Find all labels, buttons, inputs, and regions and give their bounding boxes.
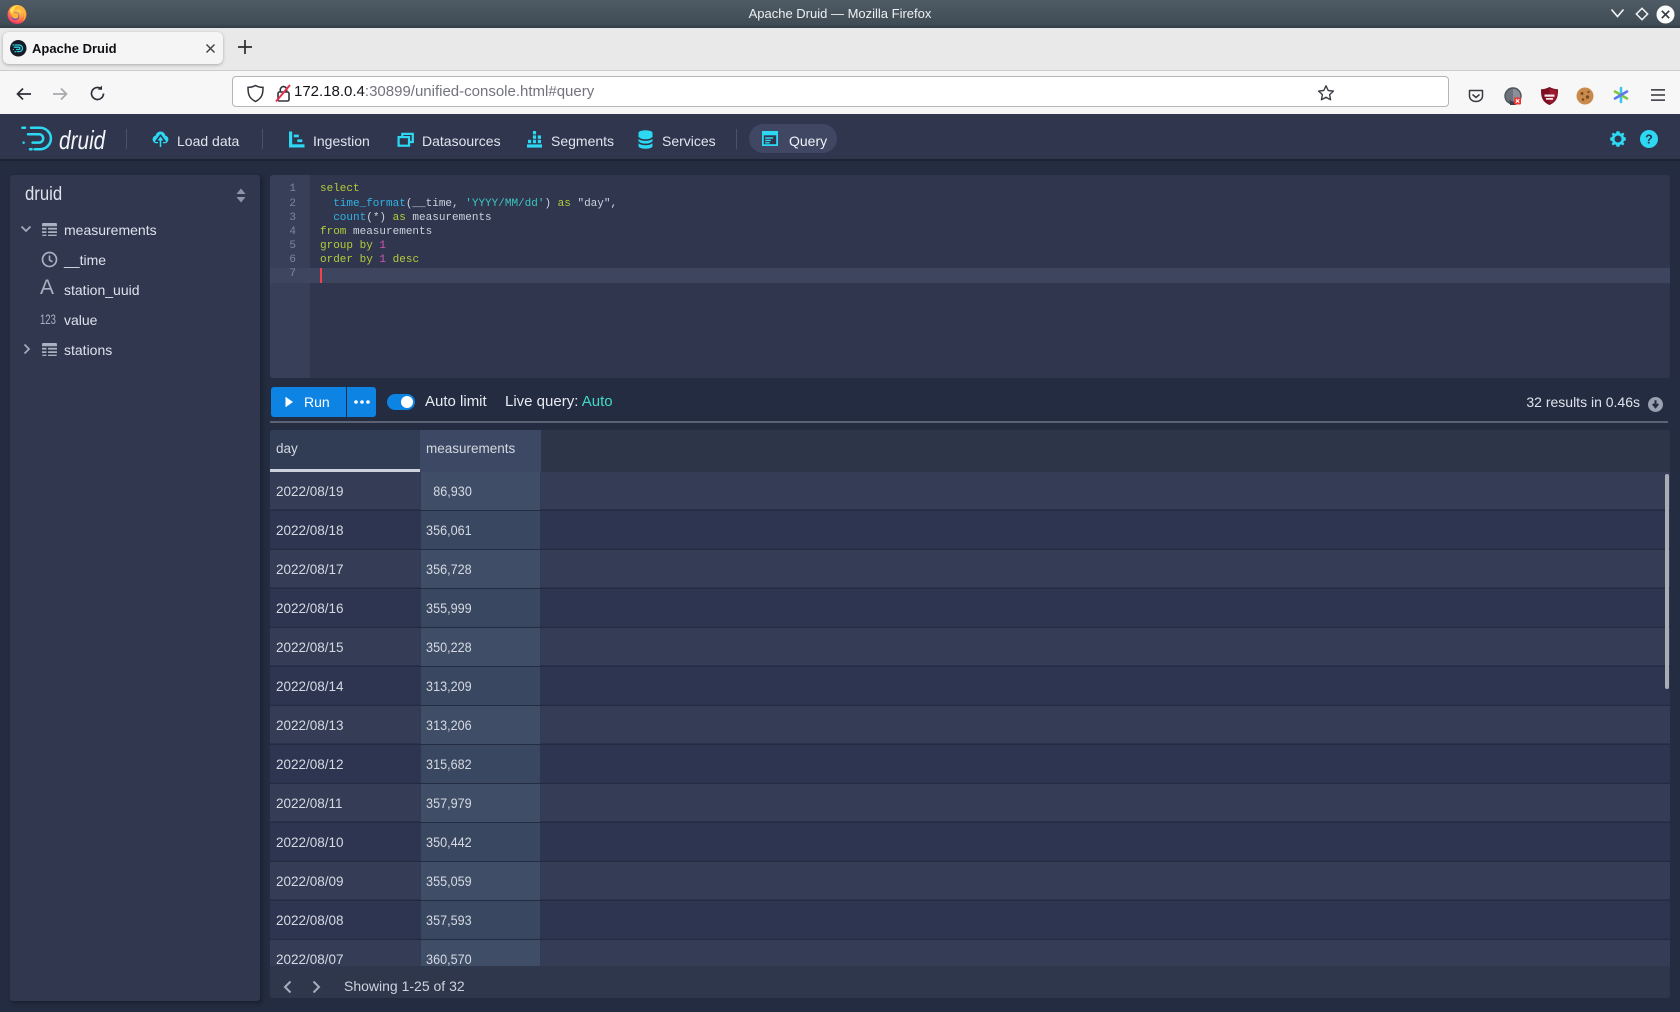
- svg-text:?: ?: [1645, 132, 1653, 146]
